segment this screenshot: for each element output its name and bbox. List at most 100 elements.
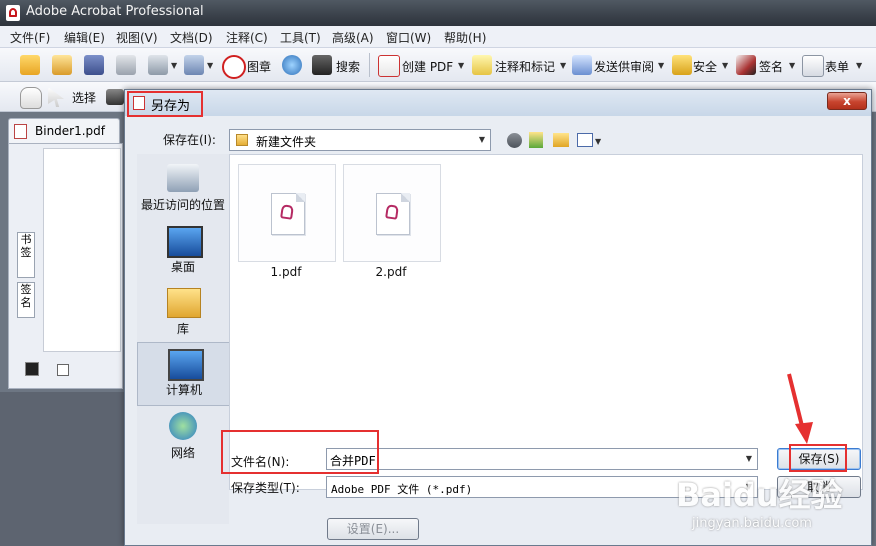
menu-window[interactable]: 窗口(W): [386, 29, 431, 46]
comment-markup-button[interactable]: 注释和标记: [495, 58, 555, 75]
dialog-titlebar: 另存为 x: [125, 90, 871, 117]
back-icon[interactable]: [507, 133, 522, 148]
pdf-file-icon: [376, 193, 410, 235]
file-name[interactable]: 2.pdf: [343, 265, 439, 279]
security-button[interactable]: 安全: [693, 58, 717, 75]
page-thumbnail-area: [43, 148, 121, 352]
menu-advanced[interactable]: 高级(A): [332, 29, 374, 46]
search-button[interactable]: 搜索: [336, 58, 360, 75]
send-review-icon[interactable]: [572, 55, 592, 75]
desktop-icon: [167, 226, 203, 258]
network-icon: [169, 412, 197, 440]
snapshot-camera-icon[interactable]: [106, 89, 124, 105]
create-pdf-button[interactable]: 创建 PDF: [402, 58, 453, 75]
sign-button[interactable]: 签名: [759, 58, 783, 75]
watermark-brand: Baidu经验: [676, 476, 843, 514]
open-folder-icon[interactable]: [20, 55, 40, 75]
chevron-down-icon[interactable]: ▼: [560, 61, 566, 70]
baidu-watermark: Baidu经验 jingyan.baidu.com: [676, 470, 876, 546]
place-computer[interactable]: 计算机: [137, 342, 231, 406]
save-in-dropdown[interactable]: 新建文件夹 ▼: [229, 129, 491, 151]
folder-icon: [236, 134, 248, 146]
chevron-down-icon[interactable]: ▼: [658, 61, 664, 70]
stamp-button[interactable]: 图章: [247, 58, 271, 75]
menu-edit[interactable]: 编辑(E): [64, 29, 105, 46]
hand-tool-icon[interactable]: [20, 87, 42, 109]
chevron-down-icon[interactable]: ▼: [741, 449, 757, 469]
document-tab-label: Binder1.pdf: [35, 124, 106, 138]
file-name[interactable]: 1.pdf: [238, 265, 334, 279]
menu-view[interactable]: 视图(V): [116, 29, 158, 46]
attach-icon[interactable]: [184, 55, 204, 75]
forms-icon[interactable]: [802, 55, 824, 77]
pdf-file-icon: [271, 193, 305, 235]
select-cursor-icon[interactable]: [48, 87, 64, 107]
chevron-down-icon[interactable]: ▼: [722, 61, 728, 70]
filetype-value: Adobe PDF 文件 (*.pdf): [331, 483, 473, 496]
settings-button[interactable]: 设置(E)...: [327, 518, 419, 540]
side-tab-signatures[interactable]: 签名: [17, 282, 35, 318]
chevron-down-icon[interactable]: ▼: [789, 61, 795, 70]
libraries-icon: [167, 288, 201, 318]
navigation-pane: 书签 签名: [8, 143, 123, 389]
collapse-icon[interactable]: [57, 364, 69, 376]
pen-icon[interactable]: [736, 55, 756, 75]
file-item[interactable]: [343, 164, 441, 262]
computer-icon: [168, 349, 204, 381]
menu-comments[interactable]: 注释(C): [226, 29, 268, 46]
acrobat-logo-icon: [6, 5, 20, 21]
thumbnail-view-icon[interactable]: [25, 362, 39, 376]
email-icon[interactable]: [148, 55, 168, 75]
menu-tools[interactable]: 工具(T): [280, 29, 321, 46]
close-button[interactable]: x: [827, 92, 867, 110]
title-highlight-box: [127, 91, 203, 117]
print-icon[interactable]: [116, 55, 136, 75]
places-bar: 最近访问的位置 桌面 库 计算机 网络: [137, 154, 231, 524]
side-tab-bookmarks[interactable]: 书签: [17, 232, 35, 278]
menu-file[interactable]: 文件(F): [10, 29, 50, 46]
annotation-arrow: [787, 373, 813, 444]
place-network[interactable]: 网络: [137, 406, 229, 466]
up-folder-icon[interactable]: [529, 132, 543, 148]
chevron-down-icon[interactable]: ▼: [856, 61, 862, 70]
menu-help[interactable]: 帮助(H): [444, 29, 486, 46]
save-highlight-box: [789, 444, 847, 472]
organizer-icon[interactable]: [52, 55, 72, 75]
place-libraries[interactable]: 库: [137, 282, 229, 342]
main-toolbar: ▼ ▼ 图章 搜索 创建 PDF ▼ 注释和标记 ▼ 发送供审阅 ▼ 安全 ▼ …: [0, 48, 876, 82]
binoculars-icon[interactable]: [312, 55, 332, 75]
app-titlebar: Adobe Acrobat Professional: [0, 0, 876, 26]
document-tab[interactable]: Binder1.pdf: [8, 118, 120, 144]
save-in-value: 新建文件夹: [256, 135, 317, 149]
filename-highlight-box: [221, 430, 379, 474]
chevron-down-icon[interactable]: ▼: [207, 61, 213, 70]
save-in-label: 保存在(I):: [163, 133, 216, 147]
chevron-down-icon[interactable]: ▼: [474, 130, 490, 150]
stamp-icon[interactable]: [222, 55, 246, 79]
send-review-button[interactable]: 发送供审阅: [594, 58, 654, 75]
forms-button[interactable]: 表单: [825, 58, 849, 75]
app-title: Adobe Acrobat Professional: [26, 4, 204, 19]
view-menu-icon[interactable]: [577, 133, 593, 147]
lock-icon[interactable]: [672, 55, 692, 75]
menu-bar: 文件(F) 编辑(E) 视图(V) 文档(D) 注释(C) 工具(T) 高级(A…: [0, 26, 876, 48]
chevron-down-icon[interactable]: ▼: [458, 61, 464, 70]
file-item[interactable]: [238, 164, 336, 262]
filetype-label: 保存类型(T):: [231, 481, 300, 495]
create-pdf-icon[interactable]: [378, 55, 400, 77]
menu-document[interactable]: 文档(D): [170, 29, 213, 46]
place-recent[interactable]: 最近访问的位置: [137, 158, 229, 218]
chevron-down-icon[interactable]: ▼: [171, 61, 177, 70]
select-tool-button[interactable]: 选择: [72, 89, 96, 106]
pdf-file-icon: [14, 124, 27, 139]
filename-input[interactable]: 合并PDF ▼: [326, 448, 758, 470]
workspace-background: [0, 392, 124, 546]
comment-icon[interactable]: [472, 55, 492, 75]
new-folder-icon[interactable]: [553, 133, 569, 147]
save-icon[interactable]: [84, 55, 104, 75]
globe-icon[interactable]: [282, 55, 302, 75]
recent-places-icon: [167, 164, 199, 192]
watermark-url: jingyan.baidu.com: [692, 516, 812, 531]
place-desktop[interactable]: 桌面: [137, 220, 229, 280]
chevron-down-icon[interactable]: ▼: [595, 137, 601, 146]
